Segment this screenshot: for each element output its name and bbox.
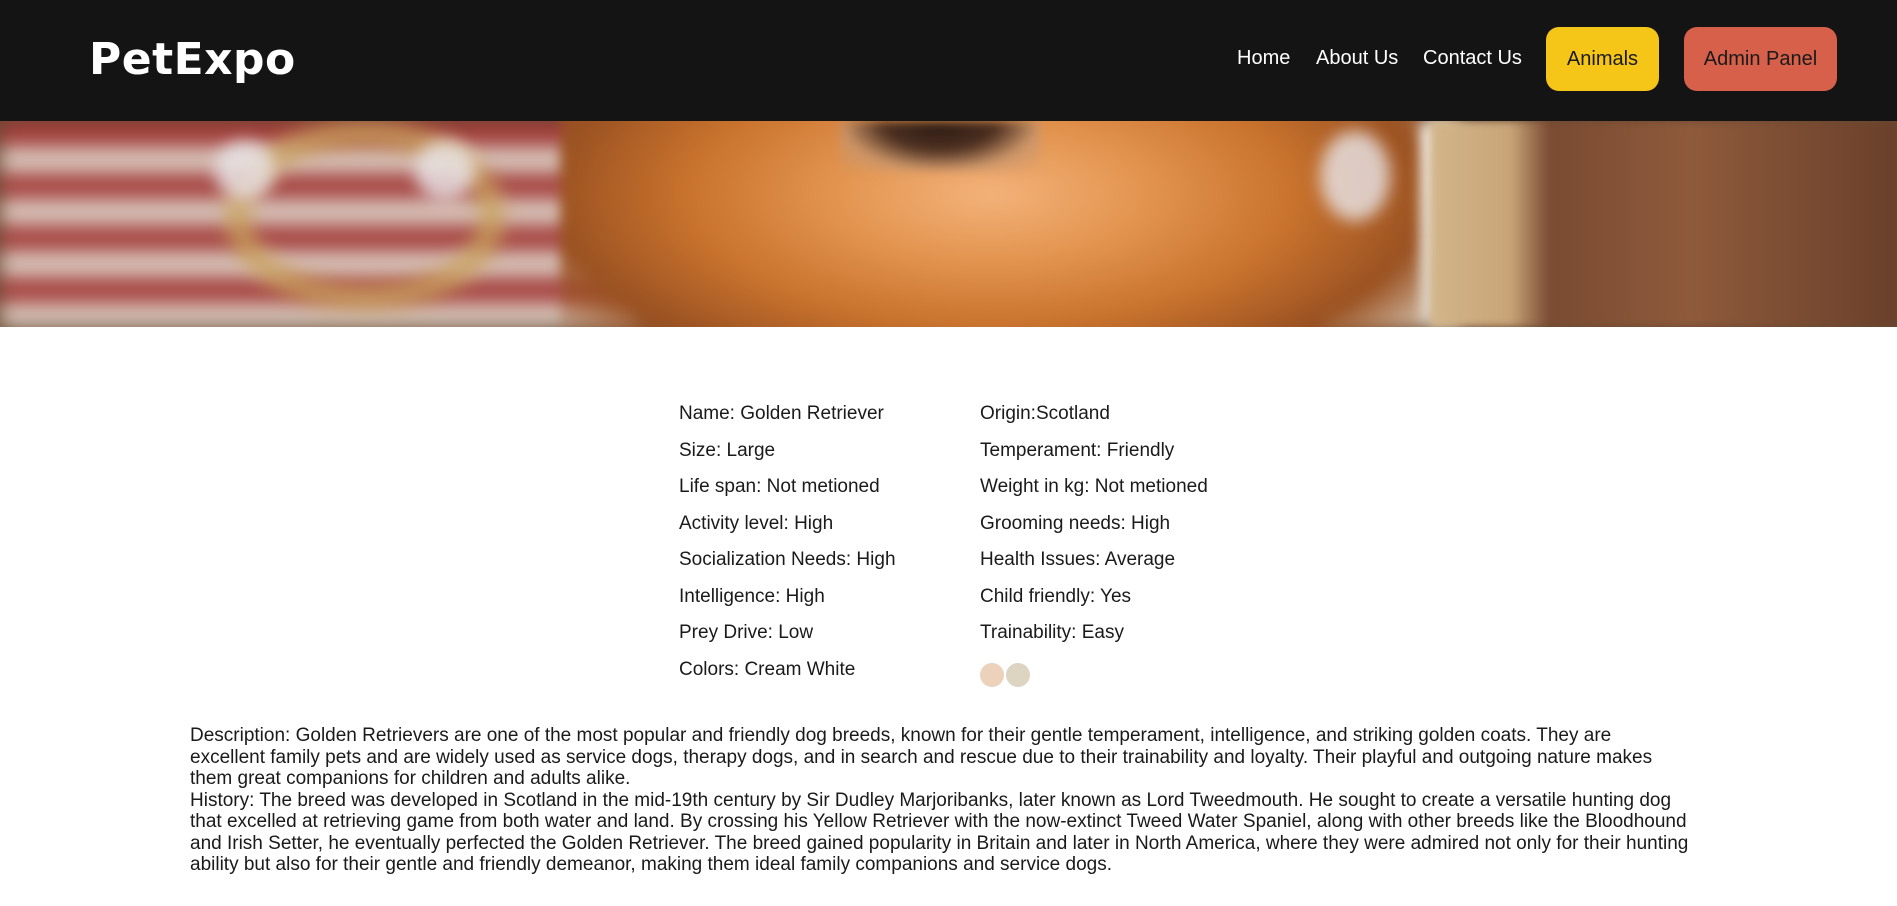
detail-name: Name: Golden Retriever xyxy=(679,403,884,424)
hero-image xyxy=(0,121,1897,327)
hero-wood-background xyxy=(1430,121,1897,327)
detail-temperament: Temperament: Friendly xyxy=(980,439,1175,461)
breed-text: Description: Golden Retrievers are one o… xyxy=(190,725,1690,876)
hero-dog-snout xyxy=(840,121,1040,171)
history-text: History: The breed was developed in Scot… xyxy=(190,789,1689,876)
detail-health-issues: Health Issues: Average xyxy=(980,549,1176,570)
hero-orb-right xyxy=(1320,131,1390,221)
logo[interactable]: PetExpo xyxy=(89,34,296,85)
color-swatches xyxy=(980,656,1239,693)
color-swatch-white xyxy=(1006,662,1030,687)
detail-weight: Weight in kg: Not metioned xyxy=(980,476,1208,497)
detail-grooming-needs: Grooming needs: High xyxy=(980,512,1171,534)
detail-intelligence: Intelligence: High xyxy=(679,585,825,607)
hero-orb-left xyxy=(215,141,275,201)
admin-panel-button[interactable]: Admin Panel xyxy=(1684,27,1837,91)
description-text: Description: Golden Retrievers are one o… xyxy=(190,725,1653,789)
detail-child-friendly: Child friendly: Yes xyxy=(980,585,1132,607)
detail-colors: Colors: Cream White xyxy=(679,658,856,680)
animals-button[interactable]: Animals xyxy=(1546,27,1659,91)
hero-orb-middle xyxy=(415,141,475,201)
nav-link-about-us[interactable]: About Us xyxy=(1316,47,1398,70)
detail-socialization-needs: Socialization Needs: High xyxy=(679,549,896,570)
detail-origin: Origin:Scotland xyxy=(980,403,1110,424)
detail-size: Size: Large xyxy=(679,439,776,461)
detail-life-span: Life span: Not metioned xyxy=(679,476,880,497)
breed-details: Name: Golden Retriever Origin:Scotland S… xyxy=(679,400,1239,692)
detail-activity-level: Activity level: High xyxy=(679,512,834,534)
detail-prey-drive: Prey Drive: Low xyxy=(679,622,814,643)
nav-link-contact-us[interactable]: Contact Us xyxy=(1423,47,1522,70)
nav-link-home[interactable]: Home xyxy=(1237,47,1290,70)
color-swatch-cream xyxy=(980,662,1004,687)
navbar: PetExpo Home About Us Contact Us Animals… xyxy=(0,0,1897,121)
detail-trainability: Trainability: Easy xyxy=(980,622,1124,643)
